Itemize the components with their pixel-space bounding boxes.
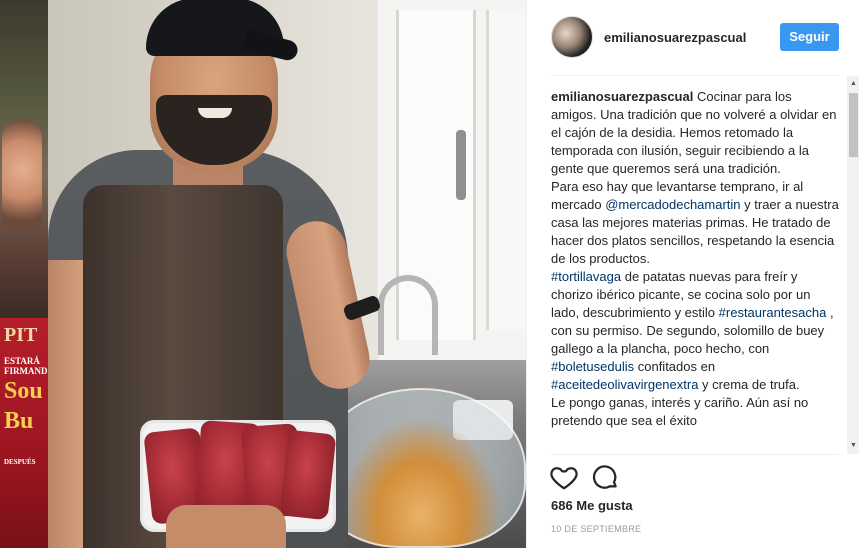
- photo-faucet: [378, 275, 438, 355]
- poster-line: ESTARÁ FIRMANDO: [4, 356, 48, 376]
- background-face: [2, 120, 42, 230]
- caption-text-3d: y crema de trufa.: [698, 377, 800, 392]
- instagram-post-modal: PIT ESTARÁ FIRMANDO Sou Bu DESPUÉS: [0, 0, 859, 548]
- likes-count[interactable]: 686 Me gusta: [551, 498, 633, 513]
- poster-title: PIT: [4, 324, 38, 346]
- caption-text: emilianosuarezpascual Cocinar para los a…: [551, 88, 839, 430]
- photo-window-pane-2: [486, 10, 526, 330]
- post-side-panel: emilianosuarezpascual Seguir emilianosua…: [526, 0, 859, 548]
- hashtag-link[interactable]: #aceitedeolivavirgenextra: [551, 377, 698, 392]
- heart-icon[interactable]: [549, 462, 579, 492]
- photo-hand: [166, 505, 286, 548]
- username-link[interactable]: emilianosuarezpascual: [604, 30, 746, 45]
- photo-steak: [279, 429, 337, 521]
- scroll-down-arrow-icon[interactable]: ▼: [847, 438, 859, 454]
- poster-word-2: Bu: [4, 408, 34, 434]
- hashtag-link[interactable]: #boletusedulis: [551, 359, 634, 374]
- caption-paragraph-3: #tortillavaga de patatas nuevas para fre…: [551, 268, 839, 394]
- scroll-up-arrow-icon[interactable]: ▲: [847, 76, 859, 92]
- background-poster: PIT ESTARÁ FIRMANDO Sou Bu DESPUÉS: [0, 318, 48, 548]
- avatar[interactable]: [551, 16, 593, 58]
- caption-paragraph-2: Para eso hay que levantarse temprano, ir…: [551, 178, 839, 268]
- scrollbar-thumb[interactable]: [849, 93, 858, 157]
- post-photo[interactable]: [48, 0, 526, 548]
- photo-smile: [198, 108, 232, 118]
- caption-scrollbar[interactable]: ▲ ▼: [847, 76, 859, 454]
- caption-text-3c: confitados en: [634, 359, 716, 374]
- comment-icon[interactable]: [590, 462, 620, 492]
- actions-divider: [551, 454, 839, 455]
- background-page: PIT ESTARÁ FIRMANDO Sou Bu DESPUÉS: [0, 0, 48, 548]
- post-header: emilianosuarezpascual Seguir: [527, 0, 859, 76]
- hashtag-link[interactable]: #restaurantesacha: [719, 305, 827, 320]
- post-date: 10 DE SEPTIEMBRE: [551, 524, 642, 534]
- caption-paragraph-4: Le pongo ganas, interés y cariño. Aún as…: [551, 394, 839, 430]
- caption-paragraph-1: emilianosuarezpascual Cocinar para los a…: [551, 88, 839, 178]
- follow-button[interactable]: Seguir: [780, 23, 839, 51]
- hashtag-link[interactable]: #tortillavaga: [551, 269, 621, 284]
- poster-small-text: DESPUÉS: [4, 458, 36, 466]
- caption-username[interactable]: emilianosuarezpascual: [551, 89, 693, 104]
- caption-area[interactable]: emilianosuarezpascual Cocinar para los a…: [551, 88, 839, 452]
- photo-window-handle: [456, 130, 466, 200]
- header-divider: [551, 75, 839, 76]
- caption-text-4: Le pongo ganas, interés y cariño. Aún as…: [551, 395, 809, 428]
- mention-link[interactable]: @mercadodechamartin: [605, 197, 740, 212]
- poster-word-1: Sou: [4, 378, 43, 404]
